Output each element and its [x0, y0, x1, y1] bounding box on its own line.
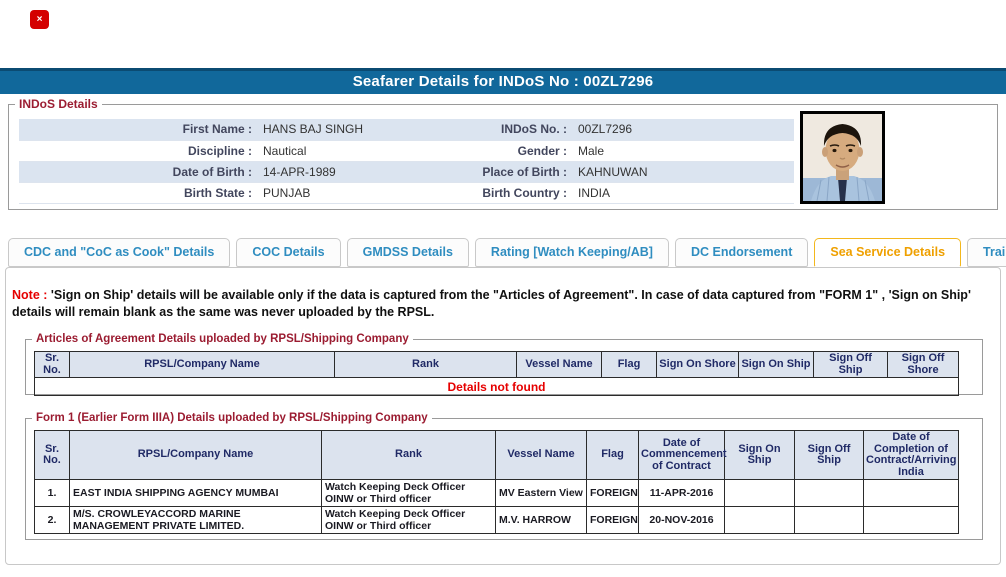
note-body: 'Sign on Ship' details will be available…	[12, 288, 971, 319]
cell-sign-off-ship	[794, 479, 864, 507]
cell-sr-no: 2.	[34, 506, 70, 534]
empty-message: Details not found	[34, 377, 959, 396]
field-label: Place of Birth :	[459, 161, 574, 183]
table-header-row: Sr. No. RPSL/Company Name Rank Vessel Na…	[34, 430, 959, 480]
field-value: HANS BAJ SINGH	[259, 119, 459, 141]
field-value: KAHNUWAN	[574, 161, 794, 183]
portrait-image	[803, 114, 882, 201]
column-header: Date of Completion of Contract/Arriving …	[863, 430, 959, 480]
tab-gmdss-details[interactable]: GMDSS Details	[346, 238, 469, 267]
page-title: Seafarer Details for INDoS No : 00ZL7296	[352, 73, 654, 90]
column-header: Date of Commencement of Contract	[638, 430, 727, 480]
field-label: Gender :	[459, 140, 574, 162]
form1-fieldset: Form 1 (Earlier Form IIIA) Details uploa…	[25, 412, 983, 540]
cell-sr-no: 1.	[34, 479, 70, 507]
form1-table: Sr. No. RPSL/Company Name Rank Vessel Na…	[34, 430, 959, 534]
column-header: Flag	[601, 351, 657, 378]
field-label: Birth Country :	[459, 182, 574, 204]
column-header: Sign Off Shore	[887, 351, 959, 378]
tab-coc-details[interactable]: COC Details	[236, 238, 341, 267]
articles-table: Sr. No. RPSL/Company Name Rank Vessel Na…	[34, 351, 959, 396]
field-value: Nautical	[259, 140, 459, 162]
field-value: 00ZL7296	[574, 119, 794, 141]
table-row: First Name : HANS BAJ SINGH INDoS No. : …	[19, 119, 794, 141]
field-value: INDIA	[574, 182, 794, 204]
cell-date-completion	[863, 506, 959, 534]
title-bar: Seafarer Details for INDoS No : 00ZL7296	[0, 68, 1006, 94]
column-header: Flag	[586, 430, 639, 480]
seafarer-photo	[800, 111, 885, 204]
field-value: PUNJAB	[259, 182, 459, 204]
field-label: Discipline :	[19, 140, 259, 162]
tab-training-details[interactable]: Training Details	[967, 238, 1006, 267]
field-label: Birth State :	[19, 182, 259, 204]
cell-date-completion	[863, 479, 959, 507]
indos-details-table: First Name : HANS BAJ SINGH INDoS No. : …	[19, 119, 794, 204]
field-value: Male	[574, 140, 794, 162]
cell-rank: Watch Keeping Deck Officer OINW or Third…	[321, 479, 496, 507]
tab-bar: CDC and "CoC as Cook" Details COC Detail…	[8, 238, 1006, 268]
column-header: Sr. No.	[34, 430, 70, 480]
column-header: Rank	[321, 430, 496, 480]
column-header: Sign Off Ship	[794, 430, 864, 480]
tab-rating-watch-keeping-ab[interactable]: Rating [Watch Keeping/AB]	[474, 238, 669, 267]
cell-company: EAST INDIA SHIPPING AGENCY MUMBAI	[69, 479, 322, 507]
column-header: Sign Off Ship	[813, 351, 888, 378]
column-header: Sr. No.	[34, 351, 70, 378]
cell-vessel: M.V. HARROW	[495, 506, 587, 534]
column-header: RPSL/Company Name	[69, 351, 335, 378]
column-header: Vessel Name	[516, 351, 602, 378]
table-row: Details not found	[34, 377, 959, 396]
tab-sea-service-details[interactable]: Sea Service Details	[814, 238, 962, 267]
table-row: Birth State : PUNJAB Birth Country : IND…	[19, 182, 794, 204]
note-text: Note : 'Sign on Ship' details will be av…	[12, 287, 994, 321]
note-prefix: Note :	[12, 288, 48, 302]
tab-dc-endorsement[interactable]: DC Endorsement	[674, 238, 809, 267]
field-value: 14-APR-1989	[259, 161, 459, 183]
table-header-row: Sr. No. RPSL/Company Name Rank Vessel Na…	[34, 351, 959, 378]
field-label: Date of Birth :	[19, 161, 259, 183]
column-header: Sign On Ship	[724, 430, 795, 480]
cell-date-commencement: 11-APR-2016	[638, 479, 725, 507]
column-header: Sign On Shore	[656, 351, 739, 378]
table-row: 1. EAST INDIA SHIPPING AGENCY MUMBAI Wat…	[34, 479, 959, 507]
column-header: RPSL/Company Name	[69, 430, 322, 480]
table-row: Discipline : Nautical Gender : Male	[19, 140, 794, 162]
cell-sign-on-ship	[724, 506, 795, 534]
field-label: First Name :	[19, 119, 259, 141]
table-row: Date of Birth : 14-APR-1989 Place of Bir…	[19, 161, 794, 183]
cell-rank: Watch Keeping Deck Officer OINW or Third…	[321, 506, 496, 534]
indos-details-legend: INDoS Details	[19, 97, 98, 111]
cell-flag: FOREIGN	[586, 506, 639, 534]
field-label: INDoS No. :	[459, 119, 574, 141]
table-row: 2. M/S. CROWLEYACCORD MARINE MANAGEMENT …	[34, 506, 959, 534]
cell-vessel: MV Eastern View	[495, 479, 587, 507]
broken-image-icon: ×	[30, 10, 49, 29]
tab-cdc-coc-cook-details[interactable]: CDC and "CoC as Cook" Details	[8, 238, 231, 267]
cell-sign-on-ship	[724, 479, 795, 507]
articles-legend: Articles of Agreement Details uploaded b…	[36, 333, 409, 345]
column-header: Sign On Ship	[738, 351, 814, 378]
cell-date-commencement: 20-NOV-2016	[638, 506, 725, 534]
column-header: Rank	[334, 351, 517, 378]
cell-sign-off-ship	[794, 506, 864, 534]
cell-flag: FOREIGN	[586, 479, 639, 507]
cell-company: M/S. CROWLEYACCORD MARINE MANAGEMENT PRI…	[69, 506, 322, 534]
form1-legend: Form 1 (Earlier Form IIIA) Details uploa…	[36, 412, 428, 424]
articles-of-agreement-fieldset: Articles of Agreement Details uploaded b…	[25, 333, 983, 396]
column-header: Vessel Name	[495, 430, 587, 480]
